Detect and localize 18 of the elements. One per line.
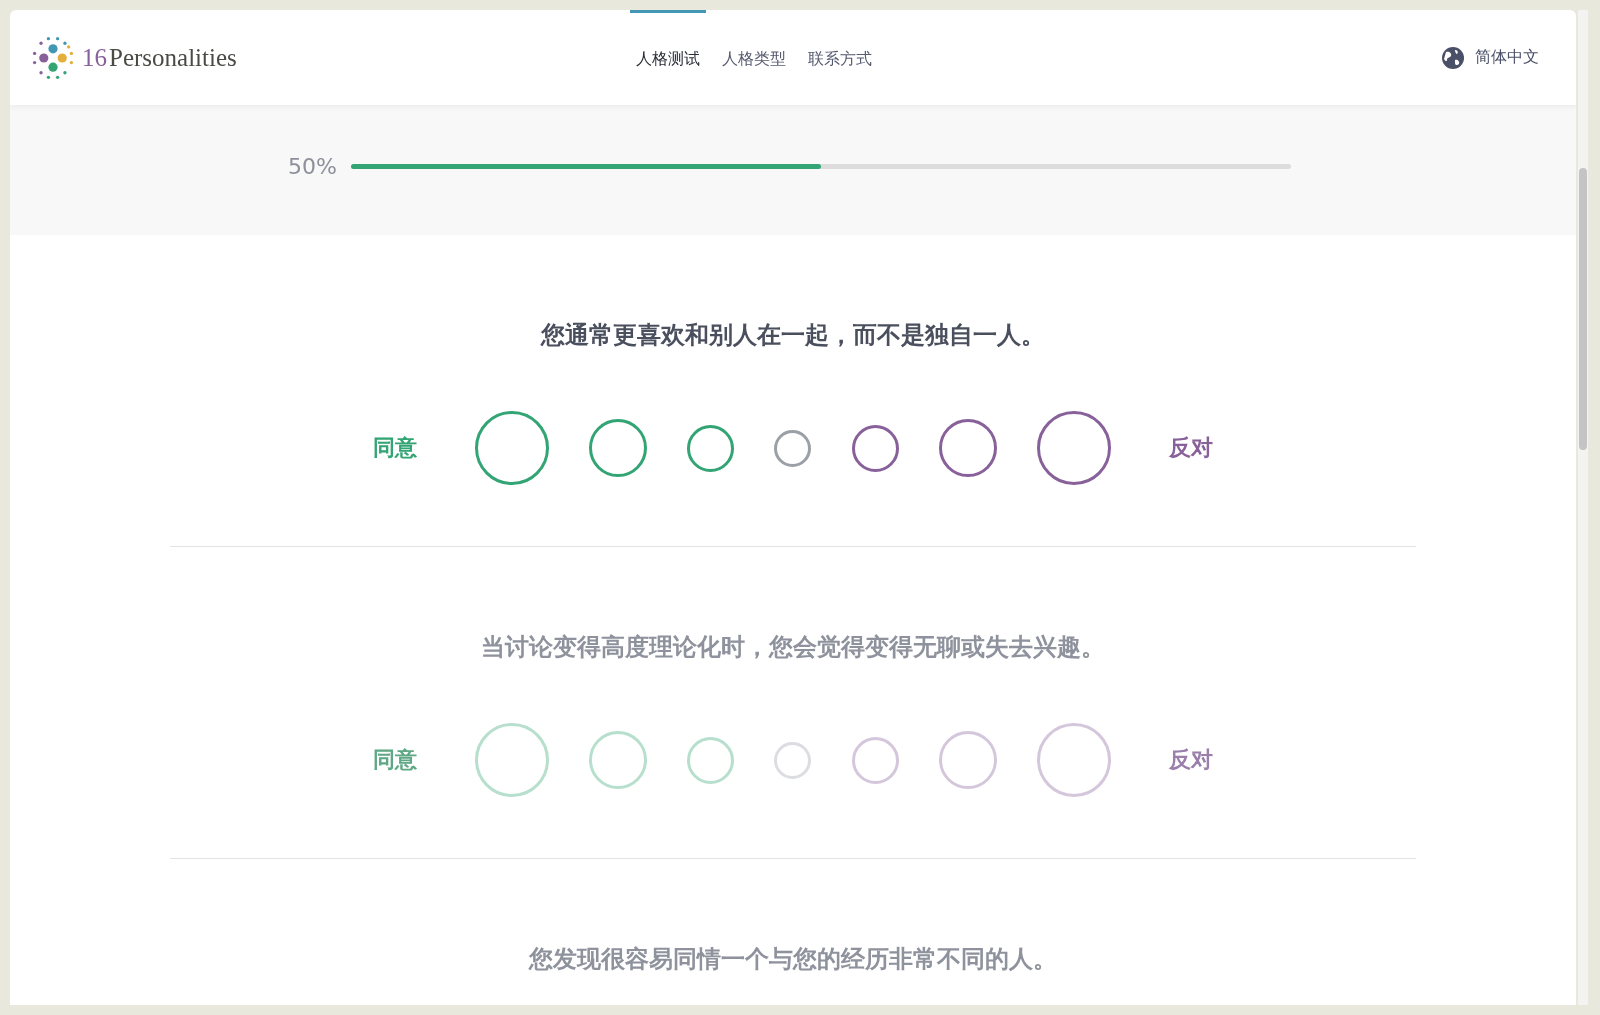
logo-wordmark[interactable]: 16Personalities [82,43,237,72]
question-text: 您发现很容易同情一个与您的经历非常不同的人。 [529,944,1057,975]
answer-option[interactable] [774,429,812,467]
globe-icon [1441,45,1465,70]
agree-label: 同意 [372,434,418,462]
agree-label: 同意 [372,746,418,774]
language-link[interactable]: 简体中文 [1475,47,1539,68]
scrollbar-thumb[interactable] [1579,168,1587,450]
nav-tab[interactable]: 人格类型 [716,10,792,105]
question-text: 当讨论变得高度理论化时，您会觉得变得无聊或失去兴趣。 [481,632,1105,663]
answer-option[interactable] [938,419,997,477]
nav-tab[interactable]: 联系方式 [802,10,878,105]
disagree-label: 反对 [1168,746,1214,774]
question-text: 您通常更喜欢和别人在一起，而不是独自一人。 [541,320,1045,351]
logo-icon [30,34,76,81]
disagree-label: 反对 [1168,434,1214,462]
answer-option[interactable] [589,419,648,477]
progress-reading: 50% [288,153,337,179]
